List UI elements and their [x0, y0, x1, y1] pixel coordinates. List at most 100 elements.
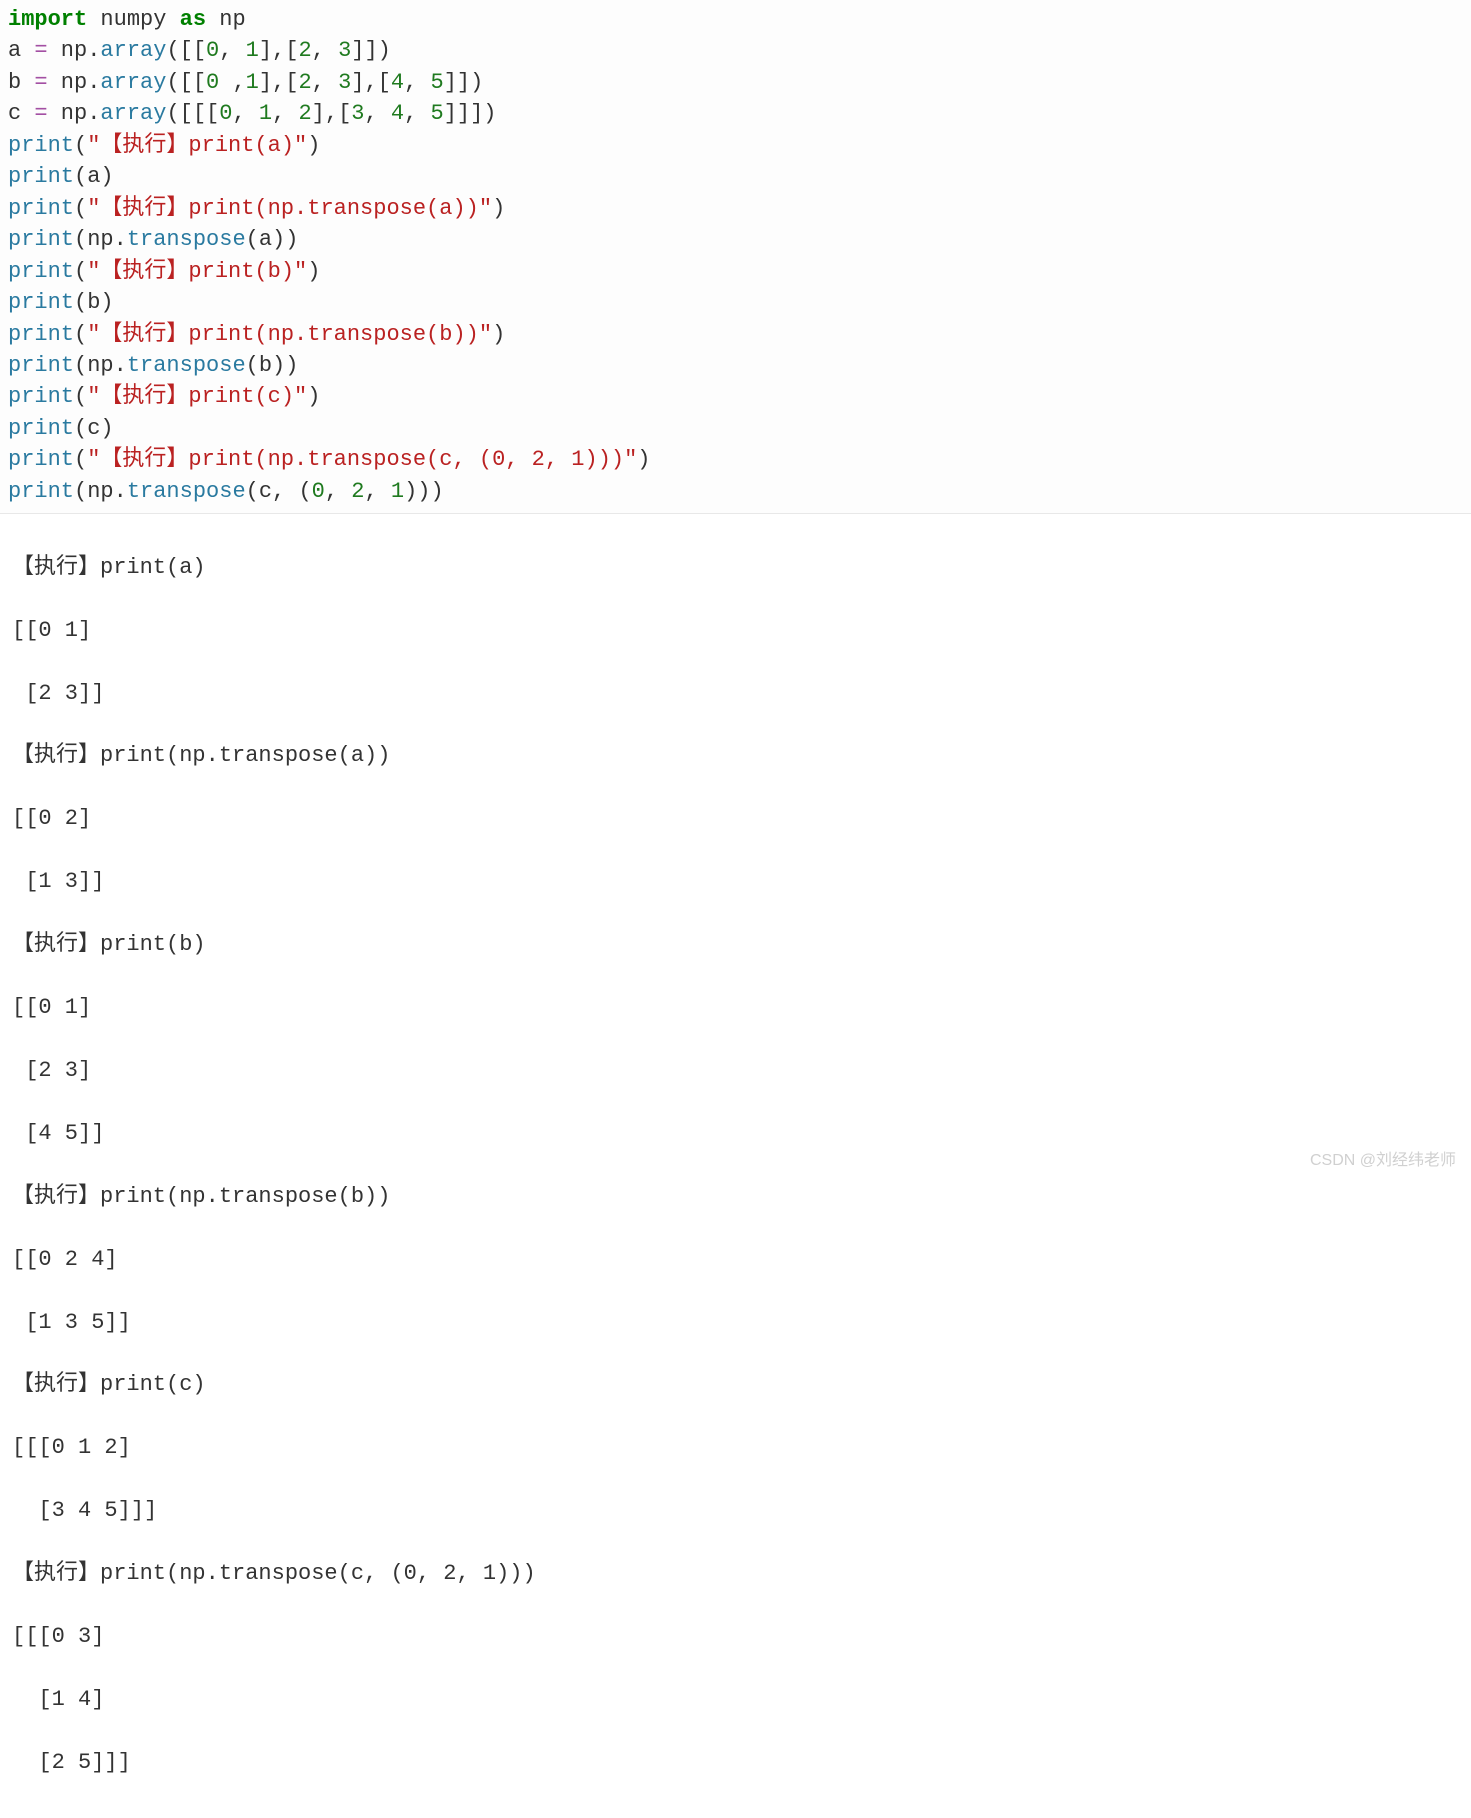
sep: ],[ [259, 70, 299, 95]
output-line: [2 5]]] [12, 1747, 1463, 1778]
paren: ]]) [444, 70, 484, 95]
code-line-12: print(np.transpose(b)) [8, 350, 1463, 381]
sep: , [404, 70, 430, 95]
code-line-5: print("【执行】print(a)") [8, 130, 1463, 161]
keyword-as: as [180, 7, 206, 32]
num: 5 [431, 101, 444, 126]
sep: , [312, 70, 338, 95]
code-line-15: print("【执行】print(np.transpose(c, (0, 2, … [8, 444, 1463, 475]
paren: ( [74, 259, 87, 284]
code-line-4: c = np.array([[[0, 1, 2],[3, 4, 5]]]) [8, 98, 1463, 129]
output-line: 【执行】print(a) [12, 552, 1463, 583]
output-line: [3 4 5]]] [12, 1495, 1463, 1526]
func-array: array [100, 101, 166, 126]
paren: (np. [74, 479, 127, 504]
quote: " [87, 133, 100, 158]
output-line: 【执行】print(np.transpose(a)) [12, 740, 1463, 771]
quote: " [87, 322, 100, 347]
output-line: 【执行】print(np.transpose(b)) [12, 1181, 1463, 1212]
code-line-2: a = np.array([[0, 1],[2, 3]]) [8, 35, 1463, 66]
code-line-13: print("【执行】print(c)") [8, 381, 1463, 412]
func-print: print [8, 133, 74, 158]
func-print: print [8, 479, 74, 504]
func-print: print [8, 447, 74, 472]
paren: (np. [74, 353, 127, 378]
sep: , [404, 101, 430, 126]
paren: (a) [74, 164, 114, 189]
quote: " [294, 133, 307, 158]
num: 3 [338, 70, 351, 95]
output-line: [[0 2 4] [12, 1244, 1463, 1275]
sep: , [325, 479, 351, 504]
module-name: numpy [87, 7, 179, 32]
func-print: print [8, 259, 74, 284]
code-line-1: import numpy as np [8, 4, 1463, 35]
num: 1 [246, 38, 259, 63]
output-line: [1 4] [12, 1684, 1463, 1715]
num: 0 [312, 479, 325, 504]
num: 3 [338, 38, 351, 63]
output-line: [4 5]] [12, 1118, 1463, 1149]
output-block: 【执行】print(a) [[0 1] [2 3]] 【执行】print(np.… [0, 514, 1471, 1818]
func-print: print [8, 164, 74, 189]
output-line: 【执行】print(c) [12, 1369, 1463, 1400]
alias-name: np [206, 7, 246, 32]
sep: , [364, 479, 390, 504]
paren: ([[ [166, 70, 206, 95]
paren: ( [74, 322, 87, 347]
num: 0 [206, 70, 219, 95]
code-line-16: print(np.transpose(c, (0, 2, 1))) [8, 476, 1463, 507]
output-line: [[[0 1 2] [12, 1432, 1463, 1463]
output-line: [1 3 5]] [12, 1307, 1463, 1338]
code-block: import numpy as np a = np.array([[0, 1],… [0, 0, 1471, 514]
paren: ) [307, 384, 320, 409]
func-print: print [8, 384, 74, 409]
code-line-9: print("【执行】print(b)") [8, 256, 1463, 287]
assign-op: = [34, 38, 47, 63]
num: 0 [206, 38, 219, 63]
output-line: 【执行】print(b) [12, 929, 1463, 960]
num: 2 [351, 479, 364, 504]
paren: ) [307, 133, 320, 158]
func-print: print [8, 196, 74, 221]
output-line: [[0 1] [12, 615, 1463, 646]
func-print: print [8, 322, 74, 347]
num: 1 [391, 479, 404, 504]
func-transpose: transpose [127, 227, 246, 252]
output-line: [2 3] [12, 1055, 1463, 1086]
code-line-3: b = np.array([[0 ,1],[2, 3],[4, 5]]) [8, 67, 1463, 98]
paren: ))) [404, 479, 444, 504]
quote: " [294, 384, 307, 409]
quote: " [294, 259, 307, 284]
paren: (np. [74, 227, 127, 252]
output-line: [[0 2] [12, 803, 1463, 834]
num: 2 [298, 38, 311, 63]
func-print: print [8, 416, 74, 441]
quote: " [479, 196, 492, 221]
string-literal: 【执行】print(np.transpose(b)) [100, 322, 478, 347]
code-line-10: print(b) [8, 287, 1463, 318]
paren: ( [74, 133, 87, 158]
num: 5 [431, 70, 444, 95]
keyword-import: import [8, 7, 87, 32]
func-array: array [100, 38, 166, 63]
var: b [8, 70, 34, 95]
quote: " [479, 322, 492, 347]
sep: , [219, 70, 245, 95]
func-transpose: transpose [127, 479, 246, 504]
output-line: [[[0 3] [12, 1621, 1463, 1652]
paren: ([[[ [166, 101, 219, 126]
code-line-14: print(c) [8, 413, 1463, 444]
func-print: print [8, 353, 74, 378]
quote: " [87, 447, 100, 472]
sep: , [219, 38, 245, 63]
string-literal: 【执行】print(np.transpose(c, (0, 2, 1))) [100, 447, 624, 472]
code-line-8: print(np.transpose(a)) [8, 224, 1463, 255]
sep: , [272, 101, 298, 126]
quote: " [87, 384, 100, 409]
paren: ) [637, 447, 650, 472]
output-line: [1 3]] [12, 866, 1463, 897]
num: 1 [259, 101, 272, 126]
paren: ( [74, 447, 87, 472]
string-literal: 【执行】print(c) [100, 384, 294, 409]
